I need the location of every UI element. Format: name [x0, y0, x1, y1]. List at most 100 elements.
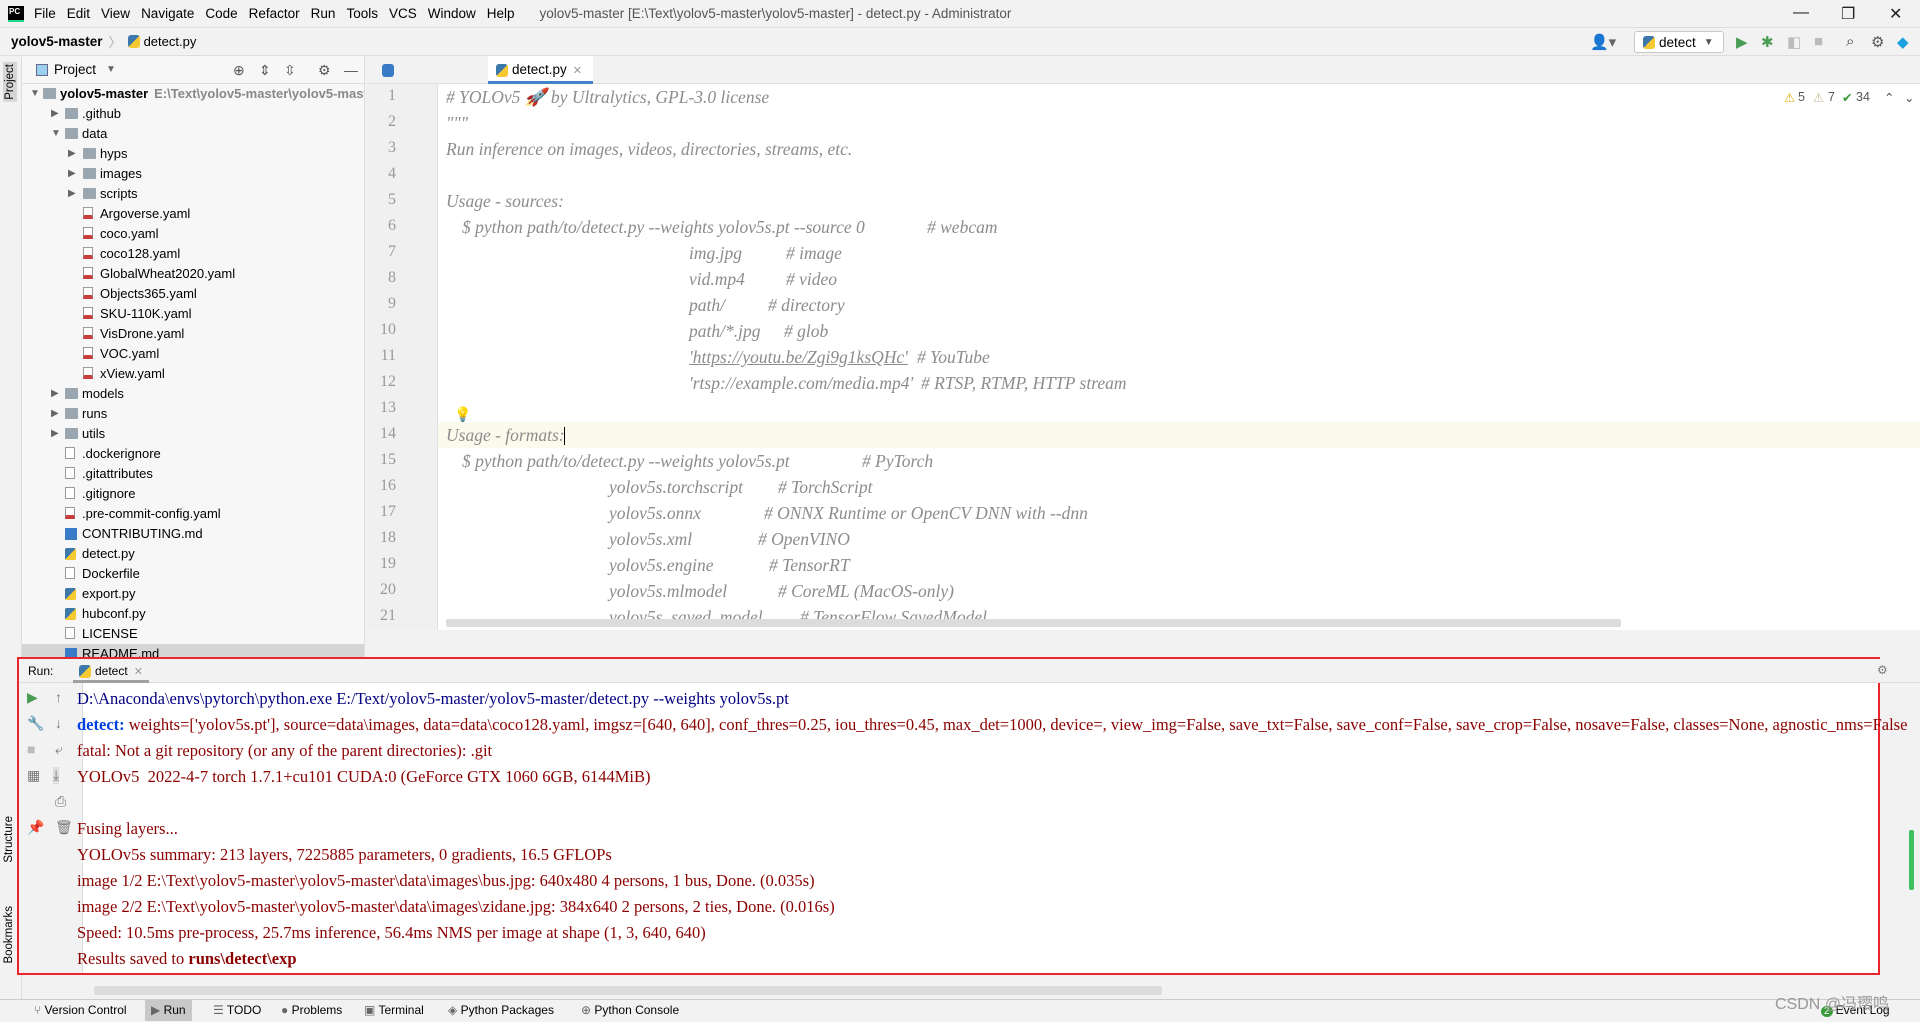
console-path[interactable]: runs\detect\exp: [188, 949, 296, 968]
typo-icon[interactable]: ✔: [1842, 90, 1852, 105]
menu-code[interactable]: Code: [205, 6, 237, 21]
gear-icon[interactable]: ⚙: [318, 62, 331, 79]
chevron-right-icon[interactable]: ▶: [51, 384, 59, 404]
menu-window[interactable]: Window: [428, 6, 476, 21]
code-line[interactable]: yolov5s.mlmodel: [609, 581, 727, 602]
status-tab-python-packages[interactable]: ◈ Python Packages: [442, 1000, 560, 1021]
print-icon[interactable]: ⎙: [55, 793, 66, 810]
menu-refactor[interactable]: Refactor: [249, 6, 300, 21]
breadcrumb-project[interactable]: yolov5-master: [11, 34, 103, 49]
console-horizontal-scrollbar[interactable]: [94, 986, 1162, 995]
menu-run[interactable]: Run: [311, 6, 336, 21]
breadcrumb-file[interactable]: detect.py: [144, 34, 197, 49]
tree-item[interactable]: LICENSE: [22, 624, 364, 644]
gear-icon[interactable]: ⚙: [1877, 663, 1888, 677]
tree-item[interactable]: .gitignore: [22, 484, 364, 504]
warning-count[interactable]: 5: [1798, 90, 1805, 104]
chevron-right-icon[interactable]: ▶: [51, 404, 59, 424]
tree-item[interactable]: xView.yaml: [22, 364, 364, 384]
chevron-right-icon[interactable]: ▶: [68, 144, 76, 164]
code-line[interactable]: path/*.jpg: [689, 321, 760, 342]
horizontal-scrollbar[interactable]: [446, 619, 1621, 627]
tree-item[interactable]: ▶ scripts: [22, 184, 364, 204]
status-tab-python-console[interactable]: ⊕ Python Console: [575, 1000, 685, 1021]
menu-help[interactable]: Help: [487, 6, 515, 21]
search-icon[interactable]: ⌕: [1846, 33, 1854, 50]
weak-warning-count[interactable]: 7: [1828, 90, 1835, 104]
tree-item[interactable]: ▼ data: [22, 124, 364, 144]
debug-icon[interactable]: ✱: [1761, 33, 1774, 51]
tree-item[interactable]: ▼ yolov5-master E:\Text\yolov5-master\yolo…: [22, 84, 364, 104]
tree-item[interactable]: .pre-commit-config.yaml: [22, 504, 364, 524]
tree-item[interactable]: CONTRIBUTING.md: [22, 524, 364, 544]
code-line[interactable]: yolov5s.xml: [609, 529, 692, 550]
typo-count[interactable]: 34: [1856, 90, 1870, 104]
tree-item[interactable]: Objects365.yaml: [22, 284, 364, 304]
next-highlight-icon[interactable]: ⌄: [1904, 90, 1914, 105]
code-editor[interactable]: 1 2 3 4 5 6 7 8 9 10 11 12 13 14 15 16 17 18 19 20 21 # YOLO…: [366, 84, 1920, 630]
tree-item[interactable]: detect.py: [22, 544, 364, 564]
chevron-down-icon[interactable]: ▼: [30, 84, 40, 104]
down-arrow-icon[interactable]: ↓: [55, 715, 62, 731]
status-tab-todo[interactable]: ☰ TODO: [207, 1000, 267, 1021]
tree-item[interactable]: Dockerfile: [22, 564, 364, 584]
expand-all-icon[interactable]: ⇕: [259, 62, 271, 79]
code-line[interactable]: vid.mp4: [689, 269, 745, 290]
coverage-icon[interactable]: ◧: [1787, 33, 1801, 51]
close-tab-icon[interactable]: ✕: [573, 65, 582, 77]
weak-warning-icon[interactable]: ⚠: [1813, 90, 1824, 105]
close-button[interactable]: ✕: [1889, 4, 1902, 24]
tree-item[interactable]: ▶ hyps: [22, 144, 364, 164]
run-config-dropdown[interactable]: detect ▼: [1634, 31, 1724, 53]
status-tab-problems[interactable]: ● Problems: [275, 1000, 348, 1021]
layout-icon[interactable]: ▦: [27, 767, 40, 784]
code-line[interactable]: $ python path/to/detect.py --weights yol…: [462, 451, 790, 472]
pin-icon[interactable]: 📌: [27, 819, 44, 836]
tree-item[interactable]: .gitattributes: [22, 464, 364, 484]
tree-item[interactable]: ▶ utils: [22, 424, 364, 444]
chevron-right-icon[interactable]: ▶: [68, 164, 76, 184]
code-line[interactable]: img.jpg: [689, 243, 742, 264]
code-line[interactable]: Usage - sources:: [446, 191, 564, 212]
menu-tools[interactable]: Tools: [346, 6, 378, 21]
project-tool-tab[interactable]: Project: [3, 62, 17, 102]
stop-icon[interactable]: ■: [1814, 33, 1823, 50]
locate-icon[interactable]: ⊕: [233, 62, 245, 79]
tree-item[interactable]: ▶ images: [22, 164, 364, 184]
close-tab-icon[interactable]: ✕: [134, 666, 143, 678]
chevron-down-icon[interactable]: ▼: [106, 64, 116, 75]
chevron-right-icon[interactable]: ▶: [51, 424, 59, 444]
toolbox-icon[interactable]: ◆: [1897, 33, 1909, 51]
code-line[interactable]: # YOLOv5 🚀 by Ultralytics, GPL-3.0 licen…: [446, 87, 769, 108]
warning-icon[interactable]: ⚠: [1784, 90, 1795, 105]
code-line[interactable]: 'https://youtu.be/Zgi9g1ksQHc': [689, 347, 908, 368]
tree-item[interactable]: ▶ runs: [22, 404, 364, 424]
tree-item[interactable]: .dockerignore: [22, 444, 364, 464]
menu-edit[interactable]: Edit: [67, 6, 90, 21]
settings-icon[interactable]: ⚙: [1871, 33, 1884, 51]
chevron-right-icon[interactable]: ▶: [51, 104, 59, 124]
run-tab-detect[interactable]: detect ✕: [73, 659, 149, 683]
wrench-icon[interactable]: 🔧: [27, 715, 44, 732]
code-line[interactable]: yolov5s.onnx: [609, 503, 701, 524]
project-view-selector[interactable]: Project: [54, 62, 96, 77]
code-line[interactable]: $ python path/to/detect.py --weights yol…: [462, 217, 865, 238]
code-line[interactable]: Run inference on images, videos, directo…: [446, 139, 852, 160]
previous-highlight-icon[interactable]: ⌃: [1884, 90, 1894, 105]
menu-file[interactable]: File: [34, 6, 56, 21]
tab-detect-py[interactable]: detect.py ✕: [488, 56, 593, 84]
scroll-to-end-icon[interactable]: ⤓: [53, 767, 60, 784]
structure-tool-tab[interactable]: Structure: [3, 816, 15, 863]
menu-vcs[interactable]: VCS: [389, 6, 417, 21]
code-line[interactable]: yolov5s.engine: [609, 555, 713, 576]
console-vertical-scrollbar[interactable]: [1909, 830, 1914, 890]
hide-icon[interactable]: —: [344, 62, 358, 78]
menu-navigate[interactable]: Navigate: [141, 6, 194, 21]
minimize-button[interactable]: —: [1793, 4, 1809, 22]
menu-view[interactable]: View: [101, 6, 130, 21]
tree-item[interactable]: Argoverse.yaml: [22, 204, 364, 224]
trash-icon[interactable]: 🗑: [55, 819, 73, 836]
status-tab-run[interactable]: ▶ Run: [145, 1000, 192, 1021]
user-icon[interactable]: 👤▾: [1590, 33, 1616, 51]
tree-item[interactable]: SKU-110K.yaml: [22, 304, 364, 324]
